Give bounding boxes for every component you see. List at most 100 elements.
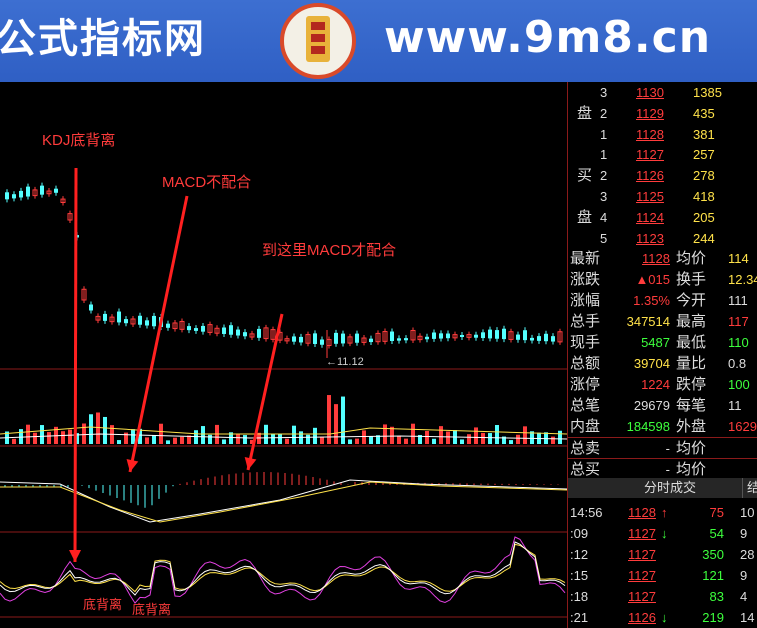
volume-bar [411,423,415,444]
tick-row[interactable]: :18 1127 83 4 [568,586,757,607]
candle-body [26,186,30,197]
volume-bar [96,412,100,444]
banner-site-name: 公式指标网 [0,16,206,62]
volume-bar [152,435,156,444]
quote-label: 内盘 [570,418,601,435]
quote-row[interactable]: 涨幅 1.35% 今开 111 [568,290,757,311]
volume-bar [103,416,107,444]
quote-row[interactable]: 现手 5487 最低 110 [568,332,757,353]
annotation-macd-yes: 到这里MACD才配合 [262,242,397,259]
tick-row[interactable]: :21 1126 ↓ 219 14 [568,607,757,628]
quote-row[interactable]: 总额 39704 量比 0.8 [568,353,757,374]
volume-bar [208,434,212,444]
kline-chart[interactable] [0,82,567,628]
volume-bar [404,438,408,444]
quote-row[interactable]: 涨停 1224 跌停 100 [568,374,757,395]
candle-body [187,326,191,331]
quote-value: 29679 [633,398,670,413]
candle-body [5,192,9,200]
candle-body [257,328,261,338]
candle-body [523,330,527,341]
quote-label-2: 外盘 [676,418,707,435]
sell-order-row[interactable]: 3 1130 1385 [568,82,757,103]
candle-body [341,333,345,344]
candle-body [397,338,401,341]
quote-value-2: 111 [728,293,748,308]
chart-area[interactable]: KDJ底背离 MACD不配合 到这里MACD才配合 ←11.12 底背离 底背离 [0,82,567,628]
quote-row[interactable]: 涨跌 ▲015 换手 12.34 [568,269,757,290]
tab-ticks[interactable]: 分时成交 [644,478,696,498]
quote-row[interactable]: 内盘 184598 外盘 16291 [568,416,757,437]
tick-row[interactable]: :09 1127 ↓ 54 9 [568,523,757,544]
tick-count: 9 [740,568,748,583]
tick-row[interactable]: 14:56 1128 ↑ 75 10 [568,502,757,523]
candle-body [502,328,506,340]
tick-price: 1126 [628,610,656,625]
volume-bar [460,439,464,444]
quote-panel: 盘 买 盘 3 1130 1385 2 1129 435 1 1128 381 1 1127 257… [567,82,757,628]
quote-row[interactable]: 总笔 29679 每笔 11 [568,395,757,416]
volume-bar [271,433,275,444]
candle-body [236,329,240,336]
order-volume: 418 [693,189,715,204]
volume-bar [509,440,513,444]
arrow-kdj-head [69,549,82,562]
buy-order-row[interactable]: 2 1126 278 [568,165,757,186]
volume-bar [180,436,184,444]
volume-bar [425,430,429,444]
quote-value-2: 110 [728,335,749,350]
candle-body [320,339,324,345]
volume-bar [131,429,135,444]
order-price: 1124 [636,210,664,225]
volume-bar [159,423,163,444]
buy-order-row[interactable]: 4 1124 205 [568,207,757,228]
volume-bar [474,427,478,444]
quote-value: ▲015 [635,272,670,287]
candle-body [488,329,492,339]
quote-row[interactable]: 最新 1128 均价 114 [568,248,757,269]
quote-row[interactable]: 总卖 - 均价 [568,437,757,459]
quote-label: 总额 [570,355,601,372]
quote-label: 涨幅 [570,292,601,309]
tick-row[interactable]: :15 1127 121 9 [568,565,757,586]
buy-order-row[interactable]: 3 1125 418 [568,186,757,207]
sell-order-row[interactable]: 2 1129 435 [568,103,757,124]
quote-value: 1128 [642,251,670,266]
kdj-k-line [0,541,566,596]
volume-bar [26,424,30,444]
volume-bar [19,429,23,444]
order-price: 1130 [636,85,664,100]
quote-label: 涨跌 [570,271,601,288]
volume-bar [390,426,394,444]
volume-bar [243,435,247,444]
sell-order-row[interactable]: 1 1128 381 [568,124,757,145]
annotation-low-price: ←11.12 [326,356,364,368]
quote-label-2: 最高 [676,313,707,330]
buy-order-row[interactable]: 5 1123 244 [568,228,757,249]
quote-label-2: 量比 [676,355,707,372]
arrow-up-icon: ↑ [661,505,668,520]
tab-next[interactable]: 结 [742,478,757,498]
candle-body [103,313,107,321]
volume-bar [33,432,37,444]
buy-order-row[interactable]: 1 1127 257 [568,144,757,165]
volume-bar [306,434,310,444]
quote-value-2: 117 [728,314,749,329]
volume-bar [495,425,499,444]
order-level: 1 [600,127,608,142]
order-level: 4 [600,210,608,225]
quote-label: 总笔 [570,397,601,414]
volume-bars [0,395,567,444]
quote-value: 184598 [626,419,670,434]
tick-price: 1128 [628,505,656,520]
tick-volume: 75 [709,505,724,520]
tick-row[interactable]: :12 1127 350 28 [568,544,757,565]
quote-label: 总卖 [570,440,601,457]
quote-row[interactable]: 总手 347514 最高 117 [568,311,757,332]
quote-row[interactable]: 总买 - 均价 [568,458,757,480]
volume-bar [348,439,352,444]
volume-bar [278,433,282,444]
volume-bar [362,430,366,444]
quote-label-2: 跌停 [676,376,707,393]
quote-label: 总买 [570,461,601,478]
